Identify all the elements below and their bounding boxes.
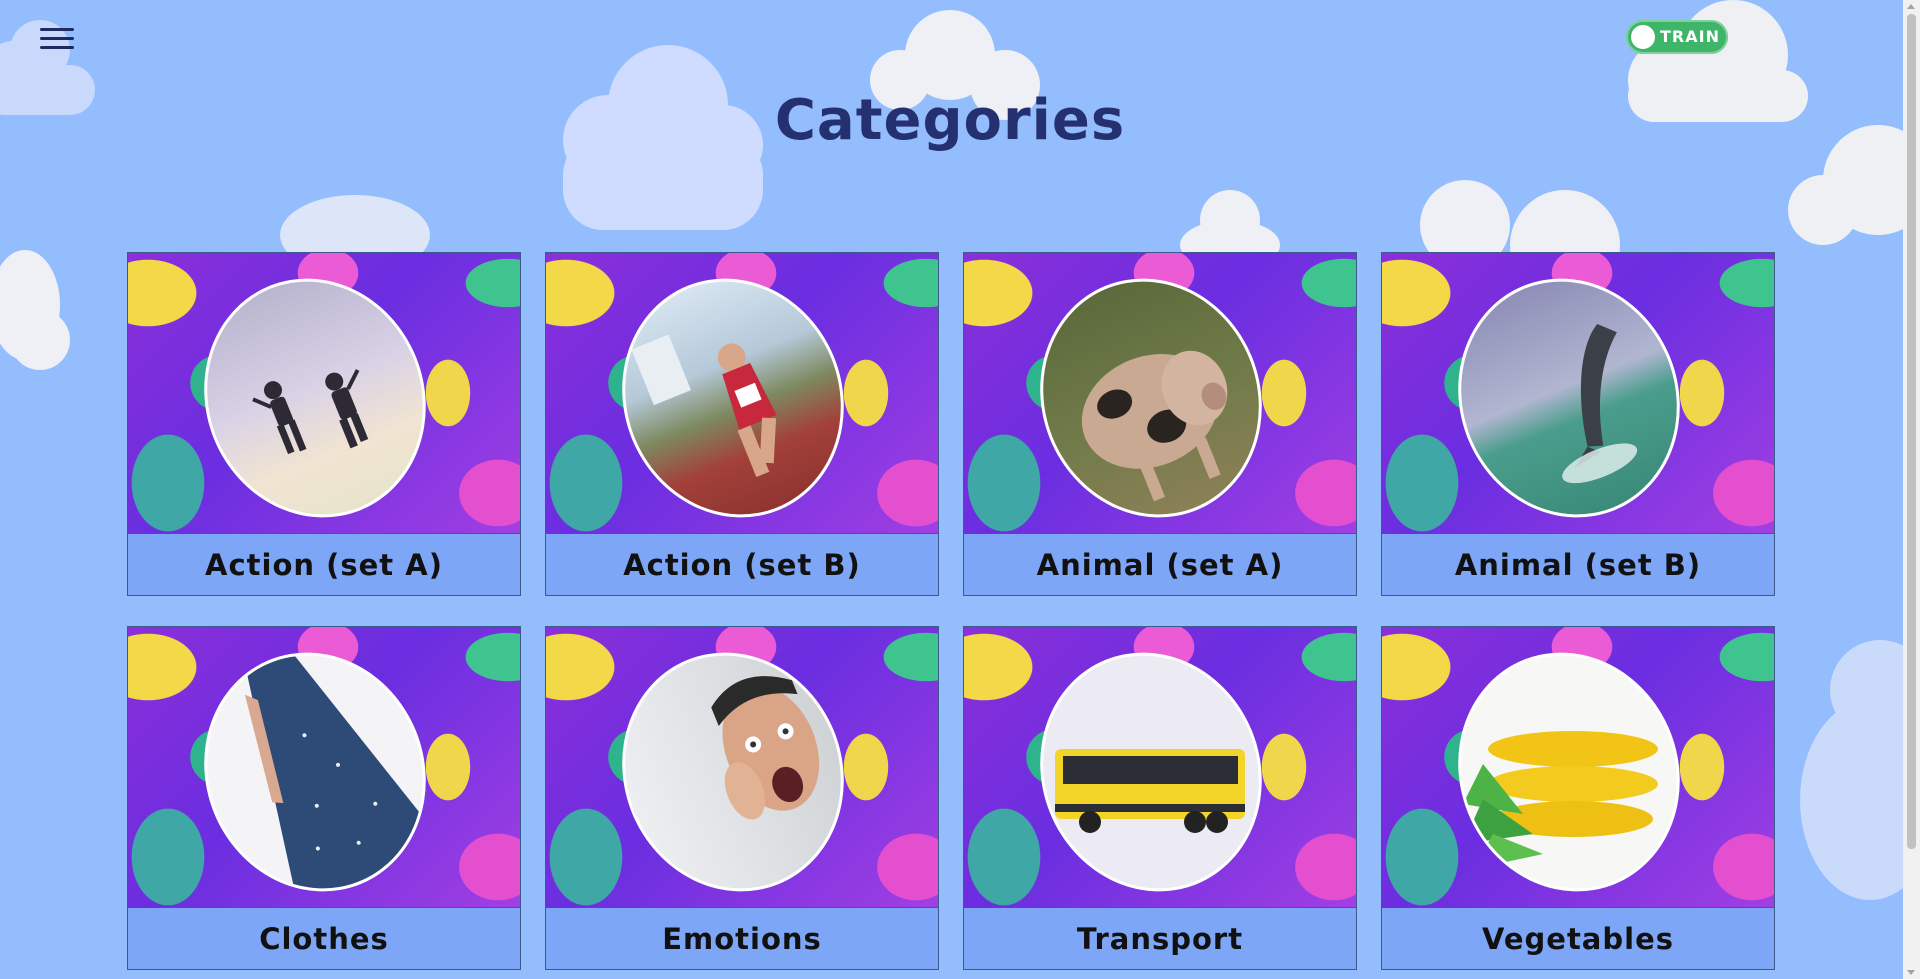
card-label: Animal (set B) — [1382, 533, 1774, 595]
surprised-man-image — [586, 627, 880, 907]
scroll-up-arrow-icon[interactable] — [1907, 4, 1915, 9]
menu-line — [40, 36, 74, 40]
category-card-action-a[interactable]: Action (set A) — [127, 252, 521, 596]
spotted-pig-image — [1004, 253, 1298, 533]
card-label: Action (set A) — [128, 533, 520, 595]
yellow-bus-image — [1004, 627, 1298, 907]
toggle-knob — [1631, 25, 1655, 49]
card-image — [964, 627, 1356, 907]
card-label: Clothes — [128, 907, 520, 969]
toggle-label: TRAIN — [1660, 27, 1720, 46]
page-title: Categories — [774, 88, 1126, 153]
category-card-transport[interactable]: Transport — [963, 626, 1357, 970]
card-image — [964, 253, 1356, 533]
card-label: Transport — [964, 907, 1356, 969]
category-card-clothes[interactable]: Clothes — [127, 626, 521, 970]
card-image — [1382, 627, 1774, 907]
category-grid: Action (set A) Action (set B) Animal (se… — [127, 252, 1775, 970]
category-card-vegetables[interactable]: Vegetables — [1381, 626, 1775, 970]
scroll-down-arrow-icon[interactable] — [1907, 970, 1915, 975]
category-card-animal-a[interactable]: Animal (set A) — [963, 252, 1357, 596]
girl-running-image — [586, 253, 880, 533]
card-label: Vegetables — [1382, 907, 1774, 969]
dolphin-image — [1422, 253, 1716, 533]
hamburger-menu-icon[interactable] — [40, 18, 80, 58]
kids-jumping-image — [168, 253, 462, 533]
card-image — [546, 253, 938, 533]
blue-skirt-image — [168, 627, 462, 907]
card-image — [546, 627, 938, 907]
category-card-action-b[interactable]: Action (set B) — [545, 252, 939, 596]
card-label: Emotions — [546, 907, 938, 969]
vertical-scrollbar[interactable] — [1903, 0, 1920, 979]
scrollbar-thumb[interactable] — [1907, 14, 1916, 849]
card-label: Action (set B) — [546, 533, 938, 595]
category-card-emotions[interactable]: Emotions — [545, 626, 939, 970]
menu-line — [40, 27, 74, 31]
corn-image — [1422, 627, 1716, 907]
card-image — [128, 253, 520, 533]
category-card-animal-b[interactable]: Animal (set B) — [1381, 252, 1775, 596]
card-image — [1382, 253, 1774, 533]
card-label: Animal (set A) — [964, 533, 1356, 595]
train-mode-toggle[interactable]: TRAIN — [1626, 20, 1728, 54]
menu-line — [40, 45, 74, 49]
card-image — [128, 627, 520, 907]
